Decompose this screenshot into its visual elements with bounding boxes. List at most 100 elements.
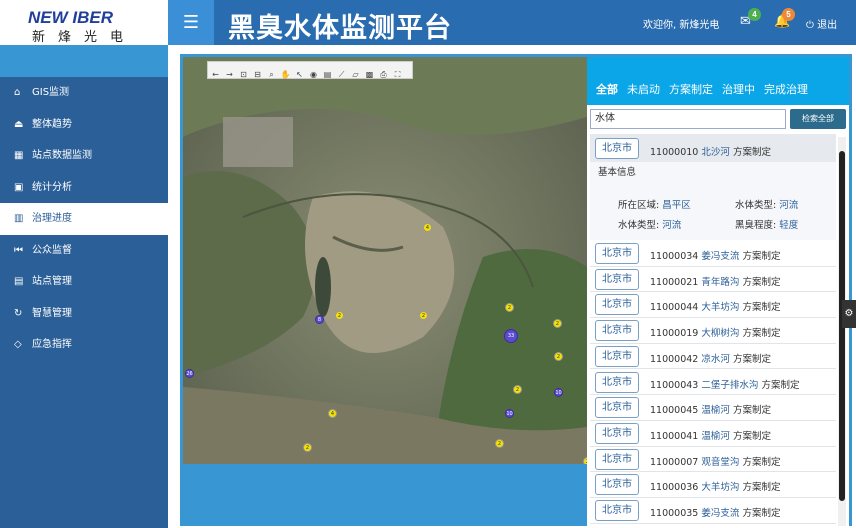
type-info-2: 水体类型: 河流	[618, 217, 681, 231]
gear-icon[interactable]: ⚙	[842, 300, 856, 328]
tab[interactable]: 全部	[596, 81, 618, 97]
map-marker[interactable]: 2	[419, 311, 428, 320]
item-name[interactable]: 凉水河	[701, 354, 730, 365]
item-name[interactable]: 观音堂沟	[701, 457, 739, 468]
city-button[interactable]: 北京市	[595, 448, 639, 470]
list-item[interactable]: 北京市 11000043 二堡子排水沟 方案制定	[590, 370, 836, 396]
satellite-map[interactable]: 42822332224226101022	[183, 57, 587, 464]
back-icon[interactable]: ←	[209, 68, 222, 82]
item-name[interactable]: 青年路沟	[701, 277, 739, 288]
sidebar-item[interactable]: ▤ 站点管理	[0, 266, 168, 298]
sidebar-item[interactable]: ⏮ 公众监督	[0, 235, 168, 267]
pan-icon[interactable]: ✋	[279, 68, 292, 82]
logo-subtext: 新烽光电	[32, 30, 137, 45]
select-icon[interactable]: ↖	[293, 68, 306, 82]
item-name[interactable]: 温榆河	[701, 405, 730, 416]
fullscreen-icon[interactable]: ⛶	[391, 68, 404, 82]
sidebar-item[interactable]: ◇ 应急指挥	[0, 329, 168, 361]
list-item[interactable]: 北京市 11000021 青年路沟 方案制定	[590, 267, 836, 293]
item-name[interactable]: 二堡子排水沟	[701, 380, 758, 391]
sidebar-item[interactable]: ⌂ GIS监测	[0, 77, 168, 109]
list-item[interactable]: 北京市 11000036 大羊坊沟 方案制定	[590, 472, 836, 498]
city-button[interactable]: 北京市	[595, 422, 639, 444]
list-item[interactable]: 北京市 11000034 姜冯支流 方案制定	[590, 241, 836, 267]
sidebar-header	[0, 45, 168, 77]
city-button[interactable]: 北京市	[595, 345, 639, 367]
logout-button[interactable]: ⏻ 退出	[806, 16, 837, 31]
mail-icon[interactable]: ✉ 4	[740, 8, 761, 29]
refresh-icon: ↻	[14, 307, 23, 319]
map-marker[interactable]: 26	[185, 369, 194, 378]
item-name[interactable]: 大羊坊沟	[701, 302, 739, 313]
sidebar-item[interactable]: ↻ 智慧管理	[0, 298, 168, 330]
item-name[interactable]: 大羊坊沟	[701, 482, 739, 493]
item-name[interactable]: 姜冯支流	[701, 251, 739, 262]
map-marker[interactable]: 10	[554, 388, 563, 397]
list-item[interactable]: 北京市 11000019 大柳树沟 方案制定	[590, 318, 836, 344]
tab[interactable]: 治理中	[722, 81, 755, 97]
globe-icon[interactable]: ◉	[307, 68, 320, 82]
calendar-icon: ▤	[14, 276, 24, 287]
legend-icon[interactable]: ▩	[363, 68, 376, 82]
city-button[interactable]: 北京市	[595, 320, 639, 342]
page-title: 黑臭水体监测平台	[228, 13, 452, 44]
sidebar-item[interactable]: ▣ 统计分析	[0, 172, 168, 204]
city-button[interactable]: 北京市	[595, 371, 639, 393]
search-all-button[interactable]: 检索全部	[790, 109, 846, 129]
detail-name[interactable]: 北沙河	[701, 147, 730, 158]
item-status: 方案制定	[742, 328, 781, 340]
map-marker[interactable]: 2	[513, 385, 522, 394]
tab[interactable]: 方案制定	[669, 81, 713, 97]
sidebar-item-label: GIS监测	[32, 87, 70, 98]
map-marker[interactable]: 2	[505, 303, 514, 312]
layers-icon[interactable]: ▤	[321, 68, 334, 82]
city-button[interactable]: 北京市	[595, 294, 639, 316]
list-item[interactable]: 北京市 11000045 温榆河 方案制定	[590, 395, 836, 421]
bell-icon[interactable]: 🔔 5	[774, 8, 795, 29]
sidebar-item-label: 应急指挥	[32, 339, 72, 350]
search-input[interactable]: 水体	[590, 109, 786, 129]
list-item[interactable]: 北京市 11000041 温榆河 方案制定	[590, 421, 836, 447]
list-item[interactable]: 北京市 11000042 凉水河 方案制定	[590, 344, 836, 370]
city-button[interactable]: 北京市	[595, 268, 639, 290]
sidebar-item[interactable]: ▦ 站点数据监测	[0, 140, 168, 172]
map-marker[interactable]: 2	[554, 352, 563, 361]
map-toolbar: ← → ⊡ ⊟ ⌕ ✋ ↖ ◉ ▤ ⟋ ▱ ▩ ⎙ ⛶	[207, 61, 413, 79]
map-marker[interactable]: 4	[328, 409, 337, 418]
list-item[interactable]: 北京市 11000035 姜冯支流 方案制定	[590, 498, 836, 524]
map-marker[interactable]: 2	[303, 443, 312, 452]
sidebar-item[interactable]: ▥ 治理进度	[0, 203, 168, 235]
menu-toggle-icon[interactable]: ☰	[168, 0, 214, 45]
area-icon[interactable]: ▱	[349, 68, 362, 82]
tab[interactable]: 完成治理	[764, 81, 808, 97]
map-marker[interactable]: 2	[553, 319, 562, 328]
city-button[interactable]: 北京市	[595, 500, 639, 521]
sidebar-item[interactable]: ⏏ 整体趋势	[0, 109, 168, 141]
item-name[interactable]: 姜冯支流	[701, 508, 739, 519]
zoom-out-box-icon[interactable]: ⊟	[251, 68, 264, 82]
zoom-box-icon[interactable]: ⊡	[237, 68, 250, 82]
save-icon: ▣	[14, 181, 24, 193]
item-name[interactable]: 温榆河	[701, 431, 730, 442]
map-marker[interactable]: 10	[505, 409, 514, 418]
map-marker[interactable]: 33	[504, 329, 518, 343]
list-item-text: 11000044 大羊坊沟 方案制定	[650, 299, 780, 313]
tab[interactable]: 未启动	[627, 81, 660, 97]
city-button[interactable]: 北京市	[595, 138, 639, 159]
item-name[interactable]: 大柳树沟	[701, 328, 739, 339]
list-item[interactable]: 北京市 11000007 观音堂沟 方案制定	[590, 447, 836, 473]
city-button[interactable]: 北京市	[595, 397, 639, 419]
city-button[interactable]: 北京市	[595, 243, 639, 264]
list-item-text: 11000021 青年路沟 方案制定	[650, 274, 780, 288]
map-marker[interactable]: 4	[423, 223, 432, 232]
print-icon[interactable]: ⎙	[377, 68, 390, 82]
map-marker[interactable]: 2	[335, 311, 344, 320]
map-marker[interactable]: 8	[315, 315, 324, 324]
city-button[interactable]: 北京市	[595, 474, 639, 496]
measure-icon[interactable]: ⟋	[335, 68, 348, 82]
map-marker[interactable]: 2	[495, 439, 504, 448]
panel-scrollbar[interactable]	[838, 137, 846, 526]
forward-icon[interactable]: →	[223, 68, 236, 82]
zoom-icon[interactable]: ⌕	[265, 68, 278, 82]
list-item[interactable]: 北京市 11000044 大羊坊沟 方案制定	[590, 292, 836, 319]
